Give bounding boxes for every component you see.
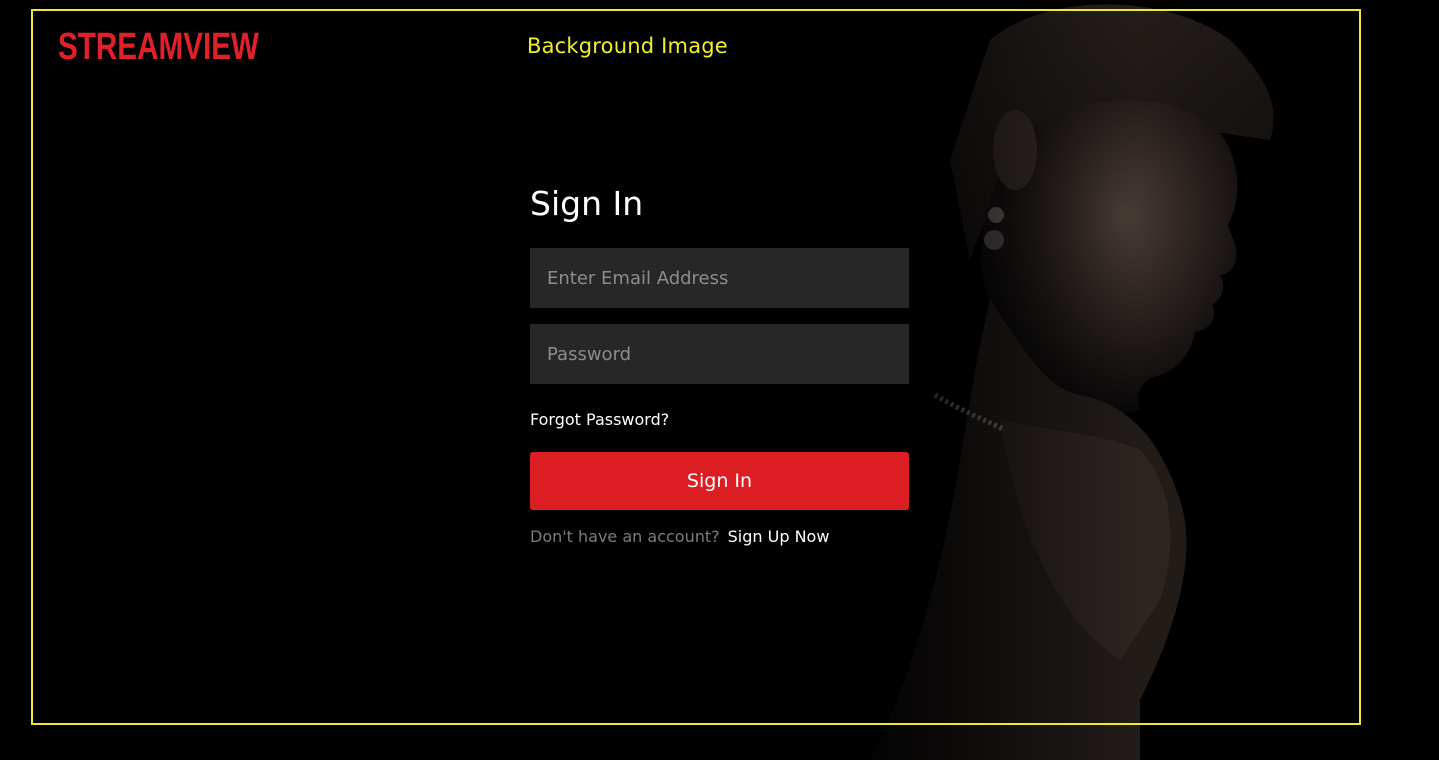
logo-text: STREAMVIEW [58,26,259,66]
email-field[interactable] [530,248,909,308]
sign-up-row: Don't have an account? Sign Up Now [530,527,909,546]
password-field[interactable] [530,324,909,384]
sign-up-prompt: Don't have an account? [530,527,720,546]
sign-in-page: Background Image STREAMVIEW Sign In Forg… [0,0,1439,760]
forgot-password-link[interactable]: Forgot Password? [530,410,909,429]
page-title: Sign In [530,184,644,223]
streamview-logo[interactable]: STREAMVIEW [57,24,262,66]
sign-in-button[interactable]: Sign In [530,452,909,510]
sign-in-form: Sign In Forgot Password? Sign In Don't h… [530,180,909,546]
annotation-label: Background Image [527,34,728,58]
sign-up-link[interactable]: Sign Up Now [728,527,830,546]
